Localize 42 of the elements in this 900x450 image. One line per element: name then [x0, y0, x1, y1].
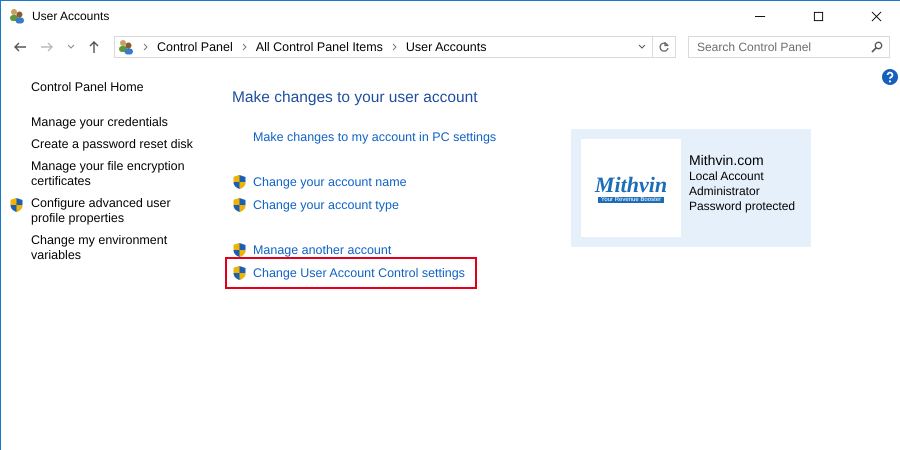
shield-icon [232, 197, 247, 213]
breadcrumb[interactable]: Control Panel [157, 40, 233, 54]
address-bar[interactable]: Control Panel All Control Panel Items User Accounts [114, 36, 652, 58]
shield-icon [232, 242, 247, 258]
chevron-down-icon[interactable] [638, 44, 646, 50]
help-icon[interactable] [882, 69, 898, 85]
task-link[interactable]: Change your account name [253, 175, 407, 189]
sidebar-link[interactable]: Configure advanced user profile properties [31, 196, 201, 226]
task-link[interactable]: Make changes to my account in PC settings [253, 130, 496, 144]
chevron-down-icon[interactable] [67, 44, 75, 50]
sidebar-link[interactable]: Control Panel Home [31, 80, 201, 95]
account-detail: Local Account [689, 168, 765, 184]
back-arrow-icon[interactable] [13, 40, 27, 54]
task-link[interactable]: Change your account type [253, 198, 399, 212]
search-field[interactable]: Search Control Panel [688, 36, 890, 58]
account-detail: Administrator [689, 184, 761, 198]
close-icon[interactable] [871, 10, 882, 22]
task-link[interactable]: Manage another account [253, 243, 392, 257]
account-name: Mithvin.com [689, 150, 765, 168]
maximize-icon[interactable] [813, 10, 824, 22]
search-icon [871, 41, 883, 53]
refresh-icon[interactable] [658, 41, 670, 53]
task-link[interactable]: Change User Account Control settings [253, 266, 465, 280]
breadcrumb[interactable]: User Accounts [406, 40, 486, 54]
window-title: User Accounts [32, 9, 110, 23]
sidebar-link[interactable]: Create a password reset disk [31, 137, 201, 152]
up-arrow-icon[interactable] [87, 40, 101, 54]
breadcrumb[interactable]: All Control Panel Items [256, 40, 383, 54]
sidebar-link[interactable]: Change my environment variables [31, 233, 201, 263]
users-icon [9, 8, 25, 24]
page-heading: Make changes to your user account [232, 89, 479, 107]
chevron-right-icon [242, 43, 248, 51]
shield-icon [9, 197, 24, 213]
sidebar-link[interactable]: Manage your credentials [31, 115, 201, 130]
chevron-right-icon [392, 43, 398, 51]
sidebar-link[interactable]: Manage your file encryption certificates [31, 159, 201, 189]
users-icon [118, 39, 134, 55]
shield-icon [232, 265, 247, 281]
account-detail: Password protected [689, 198, 796, 214]
chevron-right-icon [143, 43, 149, 51]
shield-icon [232, 174, 247, 190]
refresh-button[interactable] [652, 36, 676, 58]
